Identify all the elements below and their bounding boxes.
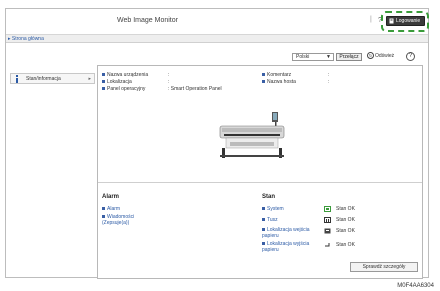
location-value: : bbox=[168, 79, 170, 85]
device-name-value: : bbox=[168, 72, 170, 78]
status-title: Stan bbox=[262, 194, 276, 200]
ink-icon bbox=[324, 217, 331, 223]
status-paper-input-link[interactable]: Lokalizacja wejścia papieru bbox=[262, 227, 320, 239]
paper-output-icon bbox=[325, 243, 330, 247]
status-paper-output-value: Stan OK bbox=[336, 242, 355, 248]
paper-input-icon bbox=[324, 228, 331, 234]
system-ok-icon bbox=[324, 206, 331, 212]
status-paper-input-value: Stan OK bbox=[336, 228, 355, 234]
app-header: Web Image Monitor | ? Logowanie bbox=[6, 9, 429, 35]
sidebar-item-label: Stan/informacja bbox=[26, 76, 61, 82]
check-details-button[interactable]: Sprawdź szczegóły bbox=[350, 262, 418, 272]
help-button[interactable]: ? bbox=[406, 52, 415, 61]
bullet-icon bbox=[262, 242, 265, 246]
language-value: Polski bbox=[296, 54, 310, 60]
header-separator: | bbox=[370, 16, 372, 23]
operation-panel-value: : Smart Operation Panel bbox=[168, 86, 222, 92]
bullet-icon bbox=[262, 218, 265, 222]
bullet-icon bbox=[102, 80, 105, 84]
status-ink-link[interactable]: Tusz bbox=[262, 217, 278, 223]
chevron-down-icon: ▼ bbox=[326, 54, 331, 60]
bullet-icon bbox=[102, 73, 105, 77]
bullet-icon bbox=[102, 87, 105, 91]
host-name-value: : bbox=[328, 79, 330, 85]
sidebar-item-status-info[interactable]: Stan/informacja ▸ bbox=[10, 73, 95, 84]
login-highlight-callout bbox=[381, 11, 429, 32]
messages-link[interactable]: Wiadomości (Zepsuje(a)) bbox=[102, 214, 162, 226]
location-label: Lokalizacja bbox=[102, 79, 132, 85]
status-paper-output-link[interactable]: Lokalizacja wyjścia papieru bbox=[262, 241, 320, 253]
status-panel: Nazwa urządzenia : Lokalizacja : Panel o… bbox=[97, 65, 423, 279]
refresh-icon: ↻ bbox=[367, 52, 374, 60]
status-ink-value: Stan OK bbox=[336, 217, 355, 223]
browser-frame: Web Image Monitor | ? Logowanie ▸ Strona… bbox=[5, 8, 429, 279]
host-name-label: Nazwa hosta bbox=[262, 79, 296, 85]
switch-button[interactable]: Przełącz bbox=[336, 53, 362, 61]
comment-value: : bbox=[328, 72, 330, 78]
figure-code: M0F4AA6304 bbox=[397, 283, 434, 289]
language-select[interactable]: Polski ▼ bbox=[292, 53, 334, 61]
status-system-link[interactable]: System bbox=[262, 206, 284, 212]
app-title: Web Image Monitor bbox=[117, 17, 178, 24]
refresh-button[interactable]: ↻ Odśwież bbox=[367, 52, 394, 61]
breadcrumb-home-link[interactable]: ▸ Strona główna bbox=[8, 35, 44, 43]
status-system-value: Stan OK bbox=[336, 206, 355, 212]
bullet-icon bbox=[102, 207, 105, 211]
bullet-icon bbox=[262, 228, 265, 232]
bullet-icon bbox=[102, 215, 105, 219]
bullet-icon bbox=[262, 73, 265, 77]
refresh-label: Odśwież bbox=[375, 53, 395, 59]
bullet-icon bbox=[262, 80, 265, 84]
section-divider bbox=[98, 182, 422, 183]
alarm-title: Alarm bbox=[102, 194, 120, 200]
operation-panel-label: Panel operacyjny bbox=[102, 86, 145, 92]
bullet-icon bbox=[262, 207, 265, 211]
printer-image bbox=[219, 112, 285, 158]
alarm-link[interactable]: Alarm bbox=[102, 206, 120, 212]
breadcrumb-bar: ▸ Strona główna bbox=[6, 35, 428, 43]
comment-label: Komentarz bbox=[262, 72, 291, 78]
device-name-label: Nazwa urządzenia bbox=[102, 72, 148, 78]
info-icon bbox=[16, 75, 18, 83]
chevron-right-icon: ▸ bbox=[88, 76, 91, 82]
